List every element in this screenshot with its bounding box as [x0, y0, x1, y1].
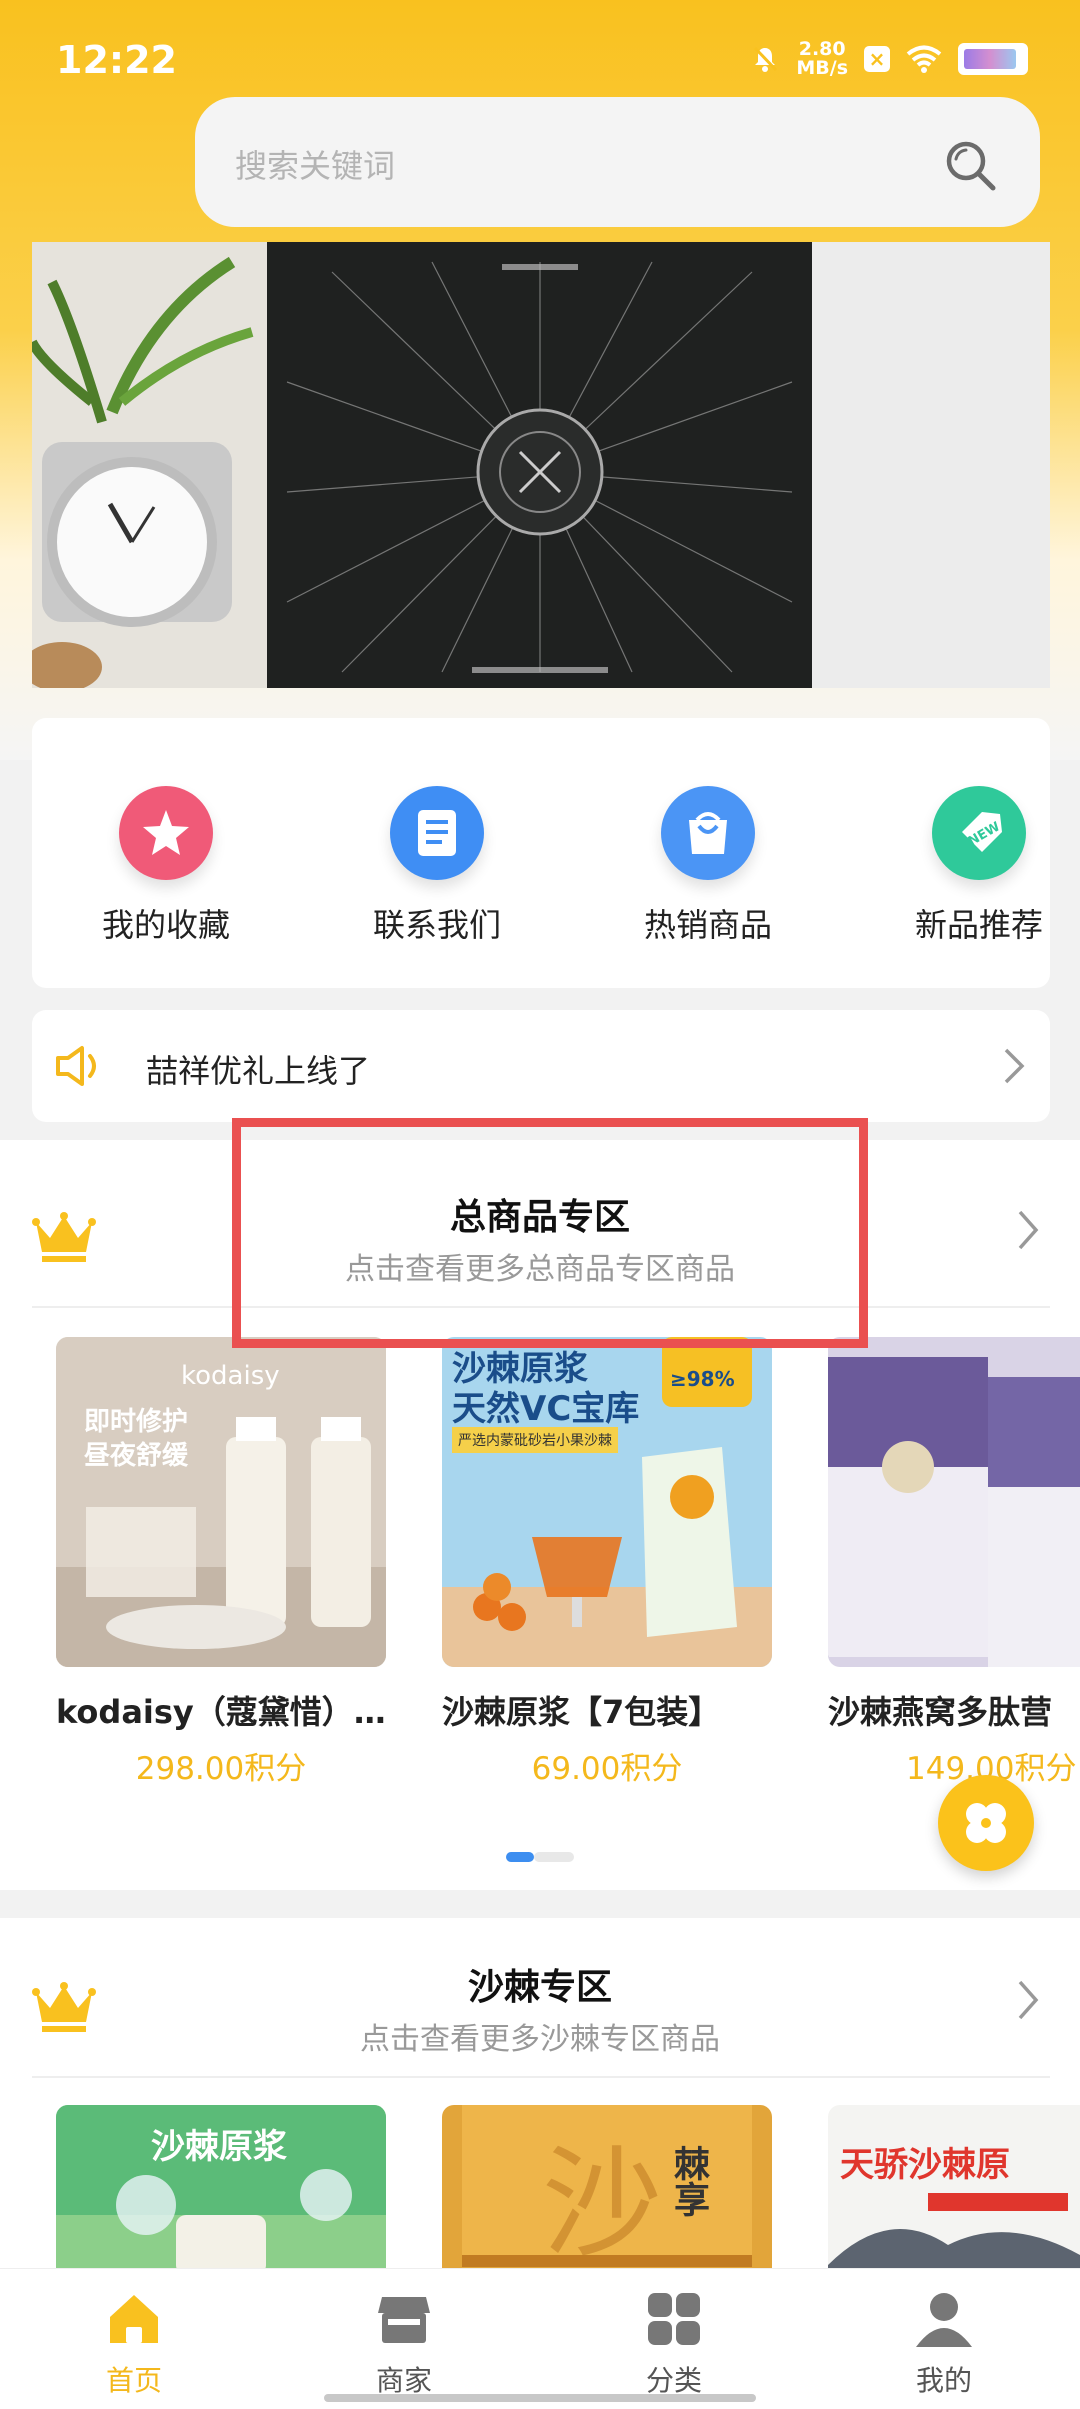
product-image: 沙棘原浆 [56, 2105, 386, 2268]
nav-home[interactable]: 首页 [54, 2289, 214, 2399]
nav-label: 我的 [915, 2364, 972, 2397]
notice-bar[interactable]: 喆祥优礼上线了 [32, 1010, 1050, 1122]
carousel-pager [506, 1852, 574, 1862]
product-image-brand: kodaisy [181, 1361, 280, 1391]
banner-carousel[interactable] [32, 242, 1050, 688]
star-icon [119, 786, 213, 880]
floating-menu-button[interactable] [938, 1775, 1034, 1871]
document-icon [390, 786, 484, 880]
status-icons: 2.80 MB/s × [750, 40, 1028, 78]
product-name: 沙棘原浆【7包装】 [442, 1693, 721, 1731]
wifi-icon [906, 45, 942, 73]
nav-profile[interactable]: 我的 [864, 2289, 1024, 2399]
home-indicator [324, 2394, 756, 2402]
product-card[interactable]: 沙 棘享 [442, 2105, 772, 2268]
product-image-text: 严选内蒙砒砂岩小果沙棘 [452, 1427, 618, 1453]
speed-unit: MB/s [796, 57, 848, 79]
chevron-right-icon [1018, 1980, 1039, 2020]
search-bar[interactable]: 搜索关键词 [195, 97, 1040, 227]
home-icon [110, 2295, 158, 2343]
product-card[interactable]: kodaisy 即时修护 昼夜舒缓 kodaisy（蔻黛惜）… 298.00积分 [56, 1337, 386, 1788]
section-title: 沙棘专区 [467, 1967, 612, 2008]
product-image: 沙 棘享 [442, 2105, 772, 2268]
product-image-text: 昼夜舒缓 [84, 1441, 189, 1471]
product-card[interactable]: 沙棘燕窝多肽营 149.00积分 [828, 1337, 1080, 1788]
app-notification-icon: × [864, 46, 890, 72]
quick-item-label: 联系我们 [372, 906, 501, 944]
nav-label: 分类 [645, 2364, 702, 2397]
product-name: kodaisy（蔻黛惜）… [56, 1693, 386, 1731]
search-icon[interactable] [942, 137, 998, 193]
product-image [828, 1337, 1080, 1667]
quick-item-label: 新品推荐 [914, 906, 1043, 944]
grid-icon [648, 2293, 700, 2345]
speaker-icon [56, 1046, 96, 1086]
quick-item-label: 我的收藏 [101, 906, 230, 944]
banner-image [32, 242, 1050, 688]
svg-text:沙: 沙 [542, 2135, 662, 2268]
product-price: 69.00积分 [531, 1751, 683, 1787]
product-image: 天骄沙棘原 [828, 2105, 1080, 2268]
product-image-text: 沙棘原浆 [151, 2127, 287, 2167]
product-image: kodaisy 即时修护 昼夜舒缓 [56, 1337, 386, 1667]
bottom-nav: 首页 商家 分类 我的 [0, 2268, 1080, 2409]
quick-item-new[interactable]: NEW 新品推荐 [879, 786, 1079, 946]
notice-text: 喆祥优礼上线了 [146, 1052, 371, 1090]
product-image-text: 天骄沙棘原 [840, 2145, 1010, 2185]
store-icon [378, 2297, 430, 2343]
search-placeholder: 搜索关键词 [235, 147, 396, 185]
product-image-text: 棘享 [668, 2145, 709, 2217]
product-name: 沙棘燕窝多肽营 [828, 1693, 1053, 1731]
section-header-seabuckthorn[interactable]: 沙棘专区 点击查看更多沙棘专区商品 [0, 1910, 1080, 2070]
divider [32, 2076, 1050, 2078]
nav-merchant[interactable]: 商家 [324, 2289, 484, 2399]
nav-label: 首页 [105, 2364, 162, 2397]
quick-menu: 我的收藏 联系我们 热销商品 NEW 新品推荐 [32, 718, 1050, 988]
product-image-text: 天然VC宝库 [452, 1389, 640, 1429]
product-card[interactable]: 沙棘原浆 天然VC宝库 严选内蒙砒砂岩小果沙棘 ≥98% 沙棘原浆【7包装】 6… [442, 1337, 772, 1788]
user-icon [916, 2293, 972, 2347]
product-price: 298.00积分 [135, 1751, 307, 1787]
nav-category[interactable]: 分类 [594, 2289, 754, 2399]
quick-item-favorites[interactable]: 我的收藏 [66, 786, 266, 946]
new-tag-icon: NEW [932, 786, 1026, 880]
highlight-box [232, 1118, 868, 1348]
product-image-text: 即时修护 [84, 1407, 189, 1437]
product-image: 沙棘原浆 天然VC宝库 严选内蒙砒砂岩小果沙棘 ≥98% [442, 1337, 772, 1667]
product-card[interactable]: 天骄沙棘原 [828, 2105, 1080, 2268]
product-card[interactable]: 沙棘原浆 [56, 2105, 386, 2268]
nav-label: 商家 [375, 2364, 432, 2397]
section-subtitle: 点击查看更多沙棘专区商品 [360, 2022, 720, 2057]
shopping-bag-icon [661, 786, 755, 880]
pager-dot-active [506, 1852, 534, 1862]
chevron-right-icon [1004, 1048, 1025, 1084]
mute-bell-icon [754, 46, 778, 72]
product-image-badge: ≥98% [670, 1367, 735, 1391]
network-speed: 2.80 MB/s [796, 40, 848, 78]
battery-icon [958, 43, 1028, 75]
pager-dot [534, 1852, 574, 1862]
quick-item-label: 热销商品 [643, 906, 772, 944]
quick-item-hot[interactable]: 热销商品 [608, 786, 808, 946]
chevron-right-icon [1018, 1210, 1039, 1250]
clover-icon [966, 1803, 1006, 1843]
status-time: 12:22 [56, 38, 177, 82]
quick-item-contact[interactable]: 联系我们 [337, 786, 537, 946]
